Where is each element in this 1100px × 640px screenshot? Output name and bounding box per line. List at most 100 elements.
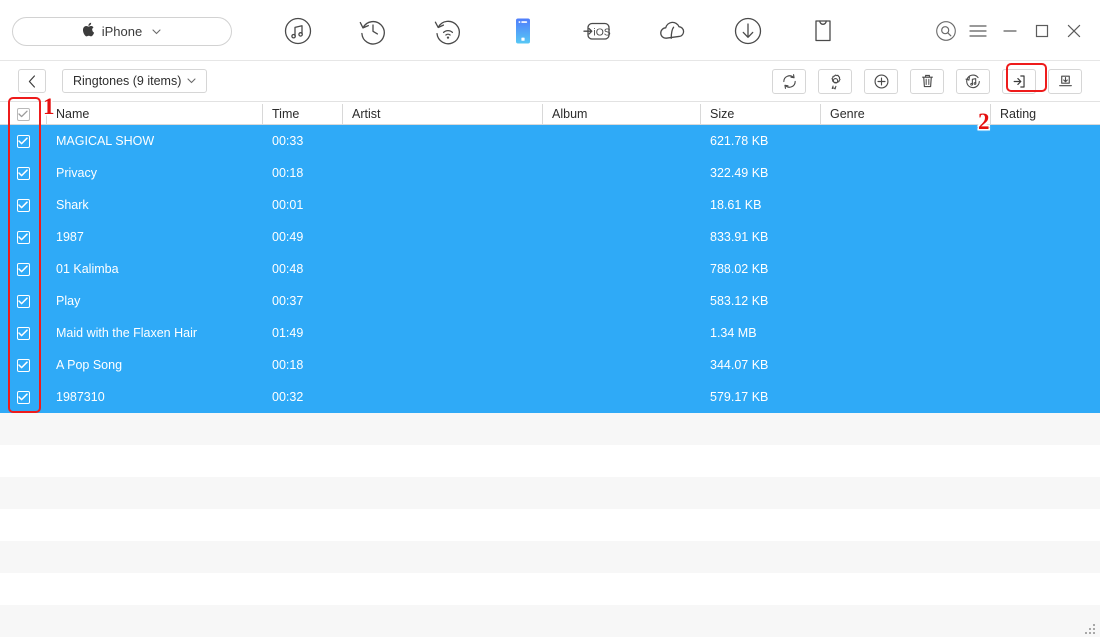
empty-row <box>0 509 1100 541</box>
close-icon[interactable] <box>1058 11 1090 51</box>
history-restore-icon[interactable] <box>335 0 410 61</box>
table-row[interactable]: 1987 00:49 833.91 KB <box>0 221 1100 253</box>
wireless-backup-icon[interactable] <box>410 0 485 61</box>
device-selector[interactable]: iPhone <box>12 17 232 46</box>
column-divider[interactable] <box>46 104 47 124</box>
cell-artist <box>342 349 542 381</box>
action-button-group <box>772 69 1082 94</box>
empty-rows-area <box>0 413 1100 640</box>
window-controls <box>930 0 1090 61</box>
cell-time: 00:48 <box>272 262 304 276</box>
minimize-icon[interactable] <box>994 11 1026 51</box>
music-icon[interactable] <box>260 0 335 61</box>
cell-size: 1.34 MB <box>710 326 757 340</box>
cell-genre <box>820 221 990 253</box>
settings-button[interactable] <box>818 69 852 94</box>
column-divider[interactable] <box>820 104 821 124</box>
cell-artist <box>342 125 542 157</box>
column-header-artist[interactable]: Artist <box>342 102 542 126</box>
column-header-genre[interactable]: Genre <box>820 102 990 126</box>
table-row[interactable]: A Pop Song 00:18 344.07 KB <box>0 349 1100 381</box>
cell-name: MAGICAL SHOW <box>56 134 155 148</box>
cell-rating <box>990 253 1100 285</box>
cell-album <box>542 157 700 189</box>
table-row[interactable]: 01 Kalimba 00:48 788.02 KB <box>0 253 1100 285</box>
breadcrumb[interactable]: Ringtones (9 items) <box>62 69 208 93</box>
maximize-icon[interactable] <box>1026 11 1058 51</box>
column-divider[interactable] <box>342 104 343 124</box>
column-header-size[interactable]: Size <box>700 102 820 126</box>
empty-row <box>0 445 1100 477</box>
cell-rating <box>990 221 1100 253</box>
cloud-icon[interactable] <box>635 0 710 61</box>
cell-rating <box>990 381 1100 413</box>
checkbox-checked-icon <box>16 134 30 148</box>
import-from-pc-button[interactable] <box>1048 69 1082 94</box>
cell-rating <box>990 285 1100 317</box>
back-button[interactable] <box>18 69 46 93</box>
sub-toolbar: Ringtones (9 items) <box>0 61 1100 101</box>
cell-time: 00:32 <box>272 390 304 404</box>
row-checkbox[interactable] <box>0 189 46 221</box>
top-toolbar: iPhone iOS <box>0 0 1100 61</box>
cell-time: 01:49 <box>272 326 304 340</box>
breadcrumb-label: Ringtones (9 items) <box>73 74 182 88</box>
column-divider[interactable] <box>990 104 991 124</box>
cell-genre <box>820 157 990 189</box>
column-header-name[interactable]: Name <box>46 102 262 126</box>
table-row[interactable]: 1987310 00:32 579.17 KB <box>0 381 1100 413</box>
column-divider[interactable] <box>262 104 263 124</box>
cell-artist <box>342 285 542 317</box>
cell-time: 00:37 <box>272 294 304 308</box>
cell-size: 788.02 KB <box>710 262 769 276</box>
refresh-button[interactable] <box>772 69 806 94</box>
row-checkbox[interactable] <box>0 349 46 381</box>
select-all-checkbox[interactable] <box>0 102 46 126</box>
row-checkbox[interactable] <box>0 317 46 349</box>
checkbox-icon <box>16 107 30 121</box>
to-ios-icon[interactable]: iOS <box>560 0 635 61</box>
row-checkbox[interactable] <box>0 157 46 189</box>
apple-logo-icon <box>82 22 96 40</box>
column-header-album[interactable]: Album <box>542 102 700 126</box>
menu-icon[interactable] <box>962 11 994 51</box>
delete-button[interactable] <box>910 69 944 94</box>
toolkit-shirt-icon[interactable] <box>785 0 860 61</box>
row-checkbox[interactable] <box>0 381 46 413</box>
table-body: MAGICAL SHOW 00:33 621.78 KB Privacy 00:18 32… <box>0 125 1100 413</box>
row-checkbox[interactable] <box>0 253 46 285</box>
table-row[interactable]: Privacy 00:18 322.49 KB <box>0 157 1100 189</box>
row-checkbox[interactable] <box>0 125 46 157</box>
svg-text:iOS: iOS <box>593 27 610 38</box>
chevron-down-icon <box>187 76 196 86</box>
resize-grip[interactable] <box>1084 624 1096 636</box>
export-to-pc-button[interactable] <box>1002 69 1036 94</box>
column-header-time[interactable]: Time <box>262 102 342 126</box>
cell-album <box>542 125 700 157</box>
cell-artist <box>342 253 542 285</box>
cell-time: 00:18 <box>272 358 304 372</box>
empty-row <box>0 573 1100 605</box>
export-to-itunes-button[interactable] <box>956 69 990 94</box>
column-divider[interactable] <box>542 104 543 124</box>
table-row[interactable]: Shark 00:01 18.61 KB <box>0 189 1100 221</box>
column-header-rating[interactable]: Rating <box>990 102 1100 126</box>
search-icon[interactable] <box>930 11 962 51</box>
add-button[interactable] <box>864 69 898 94</box>
cell-name: Play <box>56 294 81 308</box>
table-row[interactable]: Play 00:37 583.12 KB <box>0 285 1100 317</box>
cell-album <box>542 381 700 413</box>
cell-name: Shark <box>56 198 89 212</box>
table-row[interactable]: Maid with the Flaxen Hair 01:49 1.34 MB <box>0 317 1100 349</box>
device-phone-icon[interactable] <box>485 0 560 61</box>
cell-genre <box>820 349 990 381</box>
cell-name: Maid with the Flaxen Hair <box>56 326 198 340</box>
cell-genre <box>820 253 990 285</box>
column-divider[interactable] <box>700 104 701 124</box>
empty-row <box>0 413 1100 445</box>
table-row[interactable]: MAGICAL SHOW 00:33 621.78 KB <box>0 125 1100 157</box>
row-checkbox[interactable] <box>0 285 46 317</box>
download-icon[interactable] <box>710 0 785 61</box>
row-checkbox[interactable] <box>0 221 46 253</box>
checkbox-checked-icon <box>16 390 30 404</box>
